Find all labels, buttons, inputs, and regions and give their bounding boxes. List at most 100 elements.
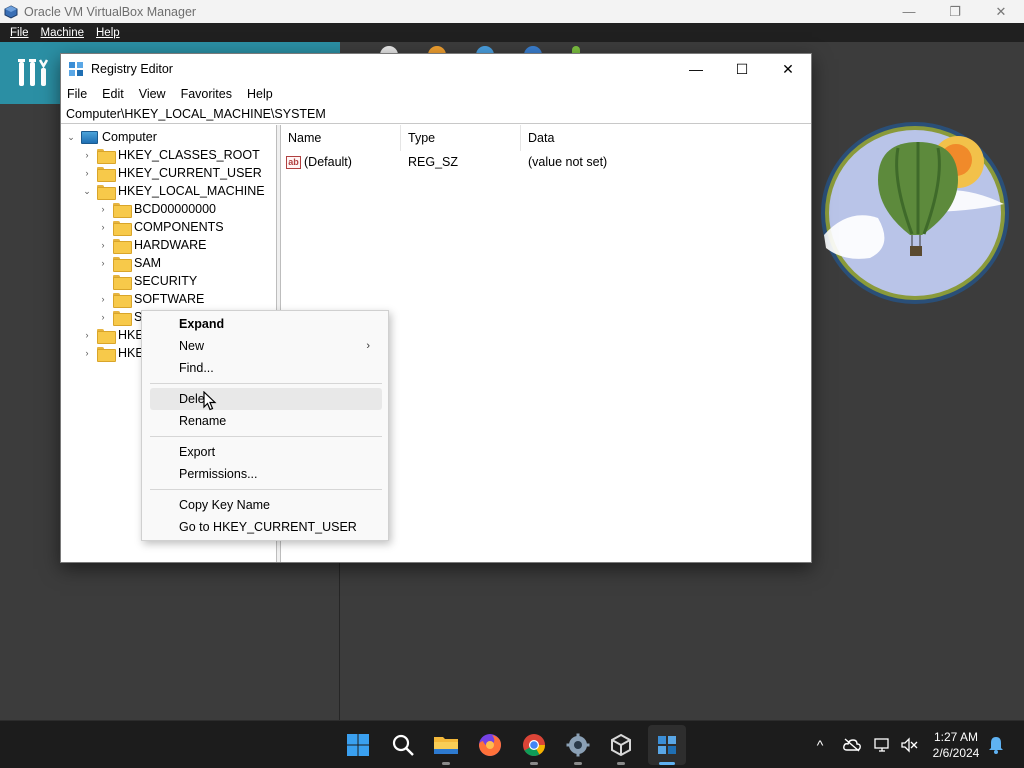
menu-item-export[interactable]: Export bbox=[150, 441, 382, 463]
tree-item-hardware[interactable]: › HARDWARE bbox=[97, 236, 206, 254]
onedrive-icon[interactable] bbox=[842, 735, 862, 755]
menu-item-copy-key-name[interactable]: Copy Key Name bbox=[150, 494, 382, 516]
menu-edit[interactable]: Edit bbox=[102, 87, 124, 101]
close-button[interactable]: ✕ bbox=[765, 54, 811, 84]
menu-item-permissions[interactable]: Permissions... bbox=[150, 463, 382, 485]
chevron-right-icon[interactable]: › bbox=[81, 344, 93, 362]
column-header-data[interactable]: Data bbox=[521, 125, 641, 151]
chevron-down-icon[interactable]: ⌄ bbox=[65, 128, 77, 146]
virtualbox-logo-icon bbox=[4, 4, 18, 19]
host-maximize-button[interactable]: ❐ bbox=[932, 0, 978, 23]
host-minimize-button[interactable]: — bbox=[886, 0, 932, 23]
menu-item-label: Copy Key Name bbox=[179, 498, 271, 512]
menu-separator bbox=[150, 436, 382, 437]
menu-item-delete[interactable]: Dele bbox=[150, 388, 382, 410]
menu-item-label: Find... bbox=[179, 361, 214, 375]
column-header-type[interactable]: Type bbox=[401, 125, 521, 151]
address-bar[interactable]: Computer\HKEY_LOCAL_MACHINE\SYSTEM bbox=[61, 104, 811, 124]
chevron-right-icon[interactable]: › bbox=[97, 236, 109, 254]
tools-icon bbox=[18, 59, 49, 86]
chevron-right-icon[interactable]: › bbox=[97, 308, 109, 326]
host-menu-file[interactable]: File bbox=[10, 27, 29, 39]
host-menubar: File Machine Help bbox=[0, 23, 1024, 42]
menu-item-goto-hkcu[interactable]: Go to HKEY_CURRENT_USER bbox=[150, 516, 382, 538]
settings-icon bbox=[566, 733, 590, 757]
menu-item-new[interactable]: New › bbox=[150, 335, 382, 357]
tree-item-hkey-current-config[interactable]: › HKE bbox=[81, 344, 144, 362]
value-row[interactable]: ab (Default) REG_SZ (value not set) bbox=[286, 153, 806, 171]
network-icon[interactable] bbox=[873, 735, 893, 755]
settings-button[interactable] bbox=[562, 729, 594, 765]
tree-item-label: HKE bbox=[118, 346, 144, 360]
menu-view[interactable]: View bbox=[139, 87, 166, 101]
show-hidden-icons-button[interactable]: ^ bbox=[810, 735, 830, 755]
menu-item-find[interactable]: Find... bbox=[150, 357, 382, 379]
tree-item-label: SAM bbox=[134, 256, 162, 270]
menu-item-expand[interactable]: Expand bbox=[150, 313, 382, 335]
folder-icon bbox=[113, 238, 132, 254]
menu-item-label: Rename bbox=[179, 414, 227, 428]
registry-editor-taskbar-button[interactable] bbox=[651, 729, 683, 765]
tree-item-sam[interactable]: › SAM bbox=[97, 254, 161, 272]
tree-item-hkey-users[interactable]: › HKE bbox=[81, 326, 144, 344]
minimize-button[interactable]: — bbox=[673, 54, 719, 84]
menu-item-label: Dele bbox=[179, 392, 205, 406]
firefox-icon bbox=[479, 734, 501, 756]
file-explorer-icon bbox=[434, 737, 458, 754]
file-explorer-button[interactable] bbox=[430, 729, 462, 765]
menu-file[interactable]: File bbox=[67, 87, 87, 101]
computer-icon bbox=[81, 130, 98, 144]
host-menu-machine[interactable]: Machine bbox=[41, 27, 84, 39]
tree-item-hkey-classes-root[interactable]: › HKEY_CLASSES_ROOT bbox=[81, 146, 260, 164]
chevron-right-icon[interactable]: › bbox=[97, 254, 109, 272]
folder-icon bbox=[97, 148, 116, 164]
search-button[interactable] bbox=[387, 729, 419, 761]
active-indicator bbox=[659, 762, 675, 765]
chevron-down-icon[interactable]: ⌄ bbox=[81, 182, 93, 200]
tree-item-software[interactable]: › SOFTWARE bbox=[97, 290, 204, 308]
chevron-right-icon[interactable]: › bbox=[97, 200, 109, 218]
clock[interactable]: 1:27 AM 2/6/2024 bbox=[928, 729, 984, 761]
host-close-button[interactable]: ✕ bbox=[978, 0, 1024, 23]
volume-muted-icon[interactable] bbox=[899, 735, 919, 755]
menu-item-rename[interactable]: Rename bbox=[150, 410, 382, 432]
virtualbox-button[interactable] bbox=[605, 729, 637, 765]
menu-help[interactable]: Help bbox=[247, 87, 273, 101]
tree-item-security[interactable]: SECURITY bbox=[97, 272, 197, 290]
maximize-button[interactable]: ☐ bbox=[719, 54, 765, 84]
tree-item-components[interactable]: › COMPONENTS bbox=[97, 218, 224, 236]
registry-editor-icon bbox=[69, 62, 83, 76]
tree-item-bcd[interactable]: › BCD00000000 bbox=[97, 200, 216, 218]
firefox-button[interactable] bbox=[474, 729, 506, 761]
tree-item-label: HKE bbox=[118, 328, 144, 342]
host-window-controls: — ❐ ✕ bbox=[886, 0, 1024, 23]
chevron-right-icon[interactable]: › bbox=[81, 164, 93, 182]
chrome-button[interactable] bbox=[518, 729, 550, 765]
tree-item-computer[interactable]: ⌄ Computer bbox=[65, 128, 157, 146]
chevron-right-icon[interactable]: › bbox=[81, 146, 93, 164]
folder-icon bbox=[113, 202, 132, 218]
tree-item-label: HKEY_LOCAL_MACHINE bbox=[118, 184, 265, 198]
tree-item-label: HARDWARE bbox=[134, 238, 207, 252]
registry-editor-menubar: File Edit View Favorites Help bbox=[61, 84, 811, 104]
column-header-name[interactable]: Name bbox=[281, 125, 401, 151]
menu-favorites[interactable]: Favorites bbox=[181, 87, 232, 101]
tree-item-hkey-local-machine[interactable]: ⌄ HKEY_LOCAL_MACHINE bbox=[81, 182, 265, 200]
start-button[interactable] bbox=[342, 729, 374, 761]
string-value-icon: ab bbox=[286, 155, 301, 169]
tree-item-system[interactable]: › S bbox=[97, 308, 142, 326]
chevron-right-icon[interactable]: › bbox=[81, 326, 93, 344]
tree-item-hkey-current-user[interactable]: › HKEY_CURRENT_USER bbox=[81, 164, 262, 182]
running-indicator bbox=[617, 762, 625, 765]
notifications-button[interactable] bbox=[986, 735, 1006, 755]
chevron-right-icon[interactable]: › bbox=[97, 218, 109, 236]
clock-date: 2/6/2024 bbox=[932, 746, 980, 760]
folder-icon bbox=[113, 256, 132, 272]
folder-icon bbox=[97, 328, 116, 344]
chevron-right-icon[interactable]: › bbox=[97, 290, 109, 308]
host-menu-help[interactable]: Help bbox=[96, 27, 120, 39]
search-icon bbox=[392, 734, 414, 756]
tree-item-label: COMPONENTS bbox=[134, 220, 224, 234]
value-type: REG_SZ bbox=[408, 155, 459, 169]
host-window-title: Oracle VM VirtualBox Manager bbox=[24, 4, 197, 19]
